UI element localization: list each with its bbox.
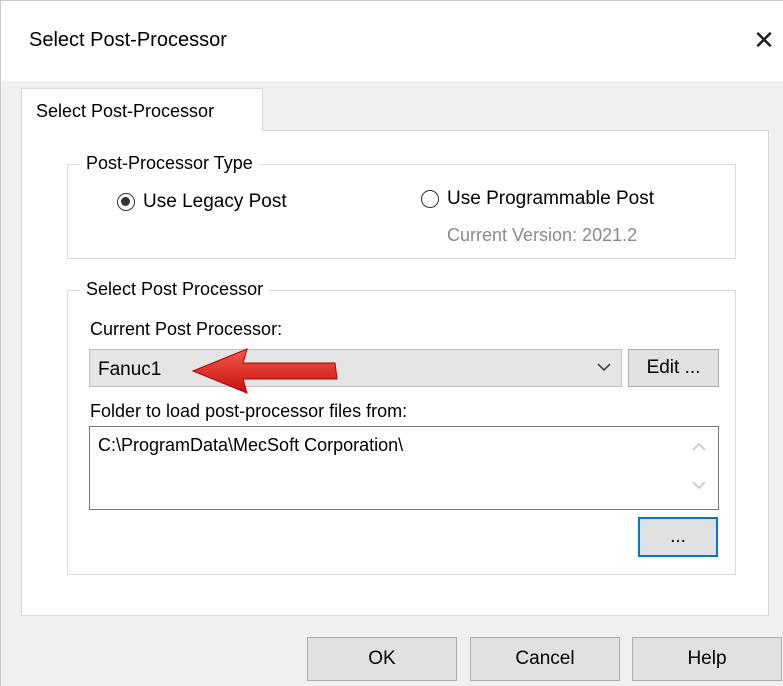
folder-label: Folder to load post-processor files from… (90, 401, 408, 421)
window-title: Select Post-Processor (29, 29, 227, 51)
select-post-processor-legend: Select Post Processor (80, 279, 270, 300)
use-legacy-post-label: Use Legacy Post (143, 191, 287, 212)
folder-scrollbar[interactable] (684, 427, 718, 509)
radio-checked-icon (117, 193, 135, 211)
chevron-down-icon[interactable] (692, 477, 706, 493)
close-icon[interactable]: ✕ (749, 23, 779, 57)
current-post-processor-label: Current Post Processor: (90, 319, 283, 339)
radio-unchecked-icon (421, 190, 439, 208)
use-legacy-post-radio[interactable]: Use Legacy Post (117, 191, 287, 213)
help-button[interactable]: Help (632, 637, 782, 681)
tab-select-post-processor[interactable]: Select Post-Processor (21, 88, 263, 131)
tab-label: Select Post-Processor (36, 101, 215, 121)
cancel-button[interactable]: Cancel (470, 637, 620, 681)
title-bar: Select Post-Processor ✕ (1, 1, 783, 81)
edit-button[interactable]: Edit ... (628, 349, 719, 387)
use-programmable-post-label: Use Programmable Post (447, 188, 654, 209)
current-post-processor-value: Fanuc1 (98, 359, 162, 380)
post-processor-type-legend: Post-Processor Type (80, 153, 259, 174)
chevron-down-icon (597, 356, 611, 377)
browse-folder-button[interactable]: ... (638, 517, 718, 557)
ok-button[interactable]: OK (307, 637, 457, 681)
folder-path-value: C:\ProgramData\MecSoft Corporation\ (98, 435, 404, 455)
dialog-window: Select Post-Processor ✕ Select Post-Proc… (0, 0, 783, 686)
use-programmable-post-radio[interactable]: Use Programmable Post (421, 188, 654, 210)
arrow-icon (191, 348, 338, 394)
folder-path-textarea[interactable]: C:\ProgramData\MecSoft Corporation\ (89, 426, 719, 510)
current-version-text: Current Version: 2021.2 (447, 225, 638, 245)
chevron-up-icon[interactable] (692, 439, 706, 455)
current-post-processor-dropdown[interactable]: Fanuc1 (89, 349, 622, 387)
